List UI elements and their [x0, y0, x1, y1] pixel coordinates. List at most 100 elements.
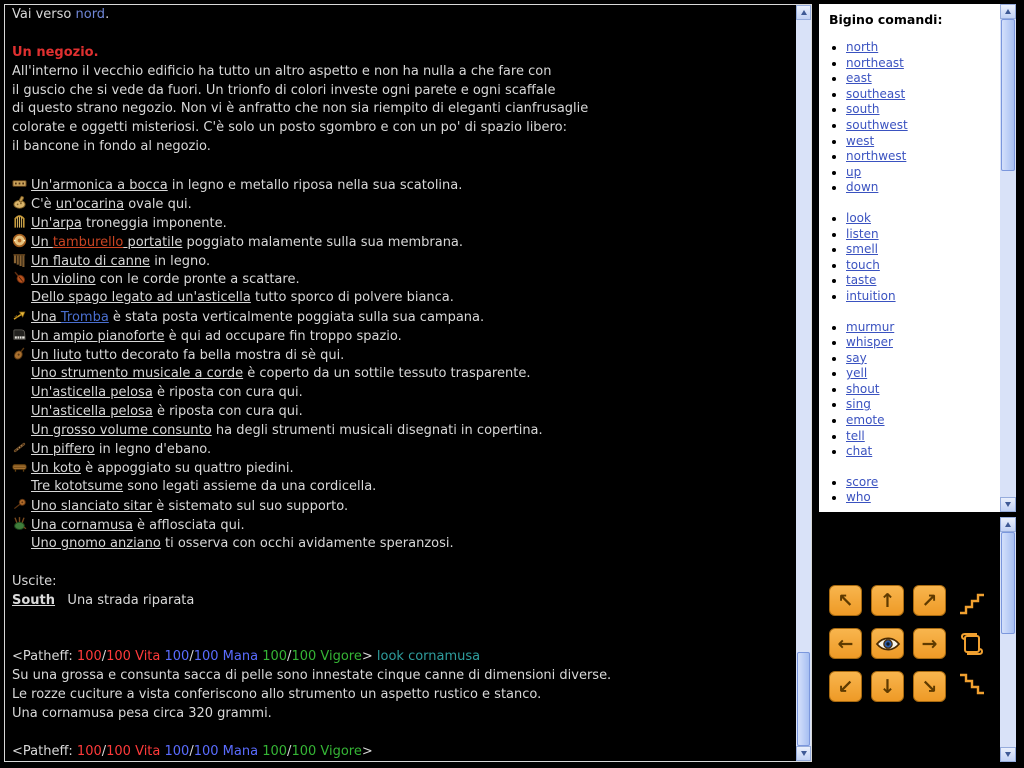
east-button[interactable]: →	[913, 628, 946, 659]
text-segment: >	[361, 649, 377, 665]
game-link[interactable]: Una cornamusa	[31, 518, 133, 533]
koto-icon	[12, 459, 31, 479]
stairs-down-button[interactable]	[955, 671, 988, 702]
text-segment: colorate e oggetti misteriosi. C'è solo …	[12, 120, 567, 136]
room-item-line: Un tamburello portatile poggiato malamen…	[12, 233, 796, 252]
scroll-up-button[interactable]	[1000, 517, 1016, 532]
scrollbar-thumb[interactable]	[797, 652, 810, 746]
command-link-score[interactable]: score	[846, 475, 878, 489]
command-link-touch[interactable]: touch	[846, 258, 880, 272]
game-link[interactable]: Un'asticella pelosa	[31, 404, 153, 419]
command-link-say[interactable]: say	[846, 351, 867, 365]
game-link[interactable]: Tromba	[61, 310, 109, 325]
south-button[interactable]: ↓	[871, 671, 904, 702]
game-link[interactable]: Un violino	[31, 272, 96, 287]
game-link[interactable]: un'ocarina	[56, 197, 124, 212]
command-link-tell[interactable]: tell	[846, 429, 865, 443]
text-segment: tutto sporco di polvere bianca.	[250, 290, 454, 306]
scroll-down-button[interactable]	[1000, 747, 1016, 762]
game-link[interactable]: Uno strumento musicale a corde	[31, 366, 243, 381]
command-link-sing[interactable]: sing	[846, 397, 871, 411]
exit-link-south[interactable]: South	[12, 593, 55, 608]
command-item: murmur	[846, 320, 1000, 336]
scroll-down-button[interactable]	[1000, 497, 1016, 512]
text-segment: è appoggiato su quattro piedini.	[80, 461, 294, 477]
scrollbar-track[interactable]	[1000, 19, 1016, 497]
command-link-northwest[interactable]: northwest	[846, 149, 906, 163]
command-link-yell[interactable]: yell	[846, 366, 867, 380]
room-item-line: Un'asticella pelosa è riposta con cura q…	[12, 403, 796, 422]
command-link-south[interactable]: south	[846, 102, 880, 116]
text-segment: troneggia imponente.	[81, 215, 227, 231]
scrollbar-thumb[interactable]	[1001, 532, 1015, 634]
game-link[interactable]: Un liuto	[31, 348, 81, 363]
command-link-smell[interactable]: smell	[846, 242, 878, 256]
command-link-down[interactable]: down	[846, 180, 878, 194]
game-link[interactable]: Uno slanciato sitar	[31, 499, 152, 514]
scroll-up-button[interactable]	[1000, 4, 1016, 19]
game-link[interactable]: Un koto	[31, 461, 81, 476]
text-segment: è stata posta verticalmente poggiata sul…	[108, 310, 485, 326]
command-item: score	[846, 475, 1000, 491]
command-link-west[interactable]: west	[846, 134, 874, 148]
game-link[interactable]: portatile	[123, 235, 182, 250]
command-link-northeast[interactable]: northeast	[846, 56, 904, 70]
northwest-button[interactable]: ↖	[829, 585, 862, 616]
command-link-southeast[interactable]: southeast	[846, 87, 905, 101]
command-item: say	[846, 351, 1000, 367]
game-link[interactable]: Un grosso volume consunto	[31, 423, 212, 438]
command-link-shout[interactable]: shout	[846, 382, 880, 396]
text-segment: è sistemato sul suo supporto.	[152, 499, 349, 515]
scroll-down-button[interactable]	[796, 746, 811, 761]
game-link[interactable]: Dello spago legato ad un'asticella	[31, 290, 251, 305]
game-link[interactable]: Un'armonica a bocca	[31, 178, 168, 193]
game-link[interactable]: Una	[31, 310, 61, 325]
room-item-line: Un grosso volume consunto ha degli strum…	[12, 422, 796, 441]
command-link-chat[interactable]: chat	[846, 444, 872, 458]
game-link[interactable]: Un'arpa	[31, 216, 82, 231]
command-link-whisper[interactable]: whisper	[846, 335, 893, 349]
scroll-button[interactable]	[955, 628, 988, 659]
command-link-taste[interactable]: taste	[846, 273, 876, 287]
look-button[interactable]	[871, 628, 904, 659]
scrollbar-thumb[interactable]	[1001, 19, 1015, 171]
command-link-up[interactable]: up	[846, 165, 861, 179]
scroll-up-button[interactable]	[796, 5, 811, 20]
command-link-southwest[interactable]: southwest	[846, 118, 908, 132]
command-item: tell	[846, 429, 1000, 445]
west-button[interactable]: ←	[829, 628, 862, 659]
command-link-intuition[interactable]: intuition	[846, 289, 896, 303]
panflute-icon	[12, 252, 31, 272]
sitar-icon	[12, 497, 31, 517]
game-link[interactable]: Uno gnomo anziano	[31, 536, 161, 551]
command-link-listen[interactable]: listen	[846, 227, 879, 241]
game-link[interactable]: Tre kototsume	[31, 479, 123, 494]
commands-scrollbar[interactable]	[1000, 4, 1016, 512]
command-link-emote[interactable]: emote	[846, 413, 885, 427]
southwest-button[interactable]: ↙	[829, 671, 862, 702]
game-link[interactable]: Un ampio pianoforte	[31, 329, 164, 344]
command-link-look[interactable]: look	[846, 211, 871, 225]
scrollbar-track[interactable]	[1000, 532, 1016, 747]
southeast-button[interactable]: ↘	[913, 671, 946, 702]
output-line: South Una strada riparata	[12, 592, 796, 611]
game-link[interactable]: Un piffero	[31, 442, 95, 457]
command-link-murmur[interactable]: murmur	[846, 320, 894, 334]
command-link-north[interactable]: north	[846, 40, 878, 54]
northeast-button[interactable]: ↗	[913, 585, 946, 616]
north-button[interactable]: ↑	[871, 585, 904, 616]
navpad-scrollbar[interactable]	[1000, 517, 1016, 762]
command-item: south	[846, 102, 1000, 118]
command-link-east[interactable]: east	[846, 71, 872, 85]
command-link-who[interactable]: who	[846, 490, 871, 504]
game-link[interactable]: tamburello	[53, 235, 123, 250]
command-item: intuition	[846, 289, 1000, 305]
game-link[interactable]: Un	[31, 235, 53, 250]
main-scrollbar[interactable]	[796, 5, 811, 761]
game-link[interactable]: Un'asticella pelosa	[31, 385, 153, 400]
game-link[interactable]: Un flauto di canne	[31, 254, 150, 269]
stairs-up-button[interactable]	[955, 585, 988, 616]
scrollbar-track[interactable]	[796, 20, 811, 746]
